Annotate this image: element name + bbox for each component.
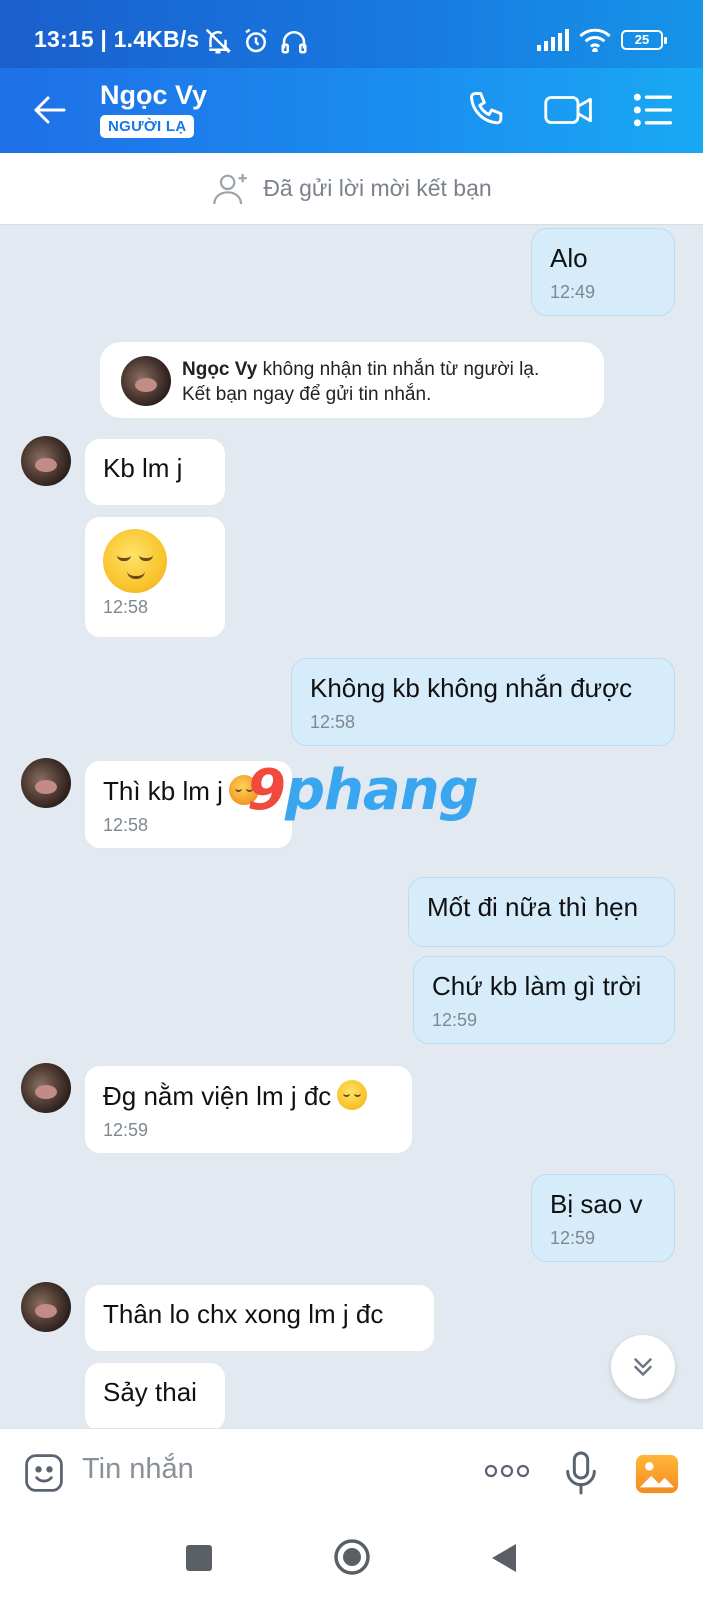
message-text: Chứ kb làm gì trời (432, 971, 642, 1001)
bell-muted-icon (205, 28, 232, 54)
relieved-face-emoji (103, 529, 167, 593)
watermark-logo: 9phang (247, 758, 479, 823)
message-composer: Tin nhắn (0, 1428, 703, 1516)
signal-icon (537, 29, 569, 51)
message-text: Đg nằm viện lm j đc (103, 1081, 332, 1111)
message-time: 12:59 (432, 1010, 478, 1030)
chat-area[interactable]: Alo 12:49 Ngọc Vy không nhận tin nhắn từ… (0, 225, 703, 1428)
contact-name[interactable]: Ngọc Vy (100, 80, 207, 111)
contact-avatar[interactable] (121, 356, 171, 406)
message-text: Mốt đi nữa thì hẹn (427, 892, 639, 922)
home-button[interactable] (333, 1538, 371, 1576)
back-button[interactable] (490, 1542, 518, 1574)
message-bubble-theirs[interactable]: Thân lo chx xong lm j đc (84, 1284, 435, 1352)
message-time: 12:58 (310, 712, 356, 732)
message-text: Kb lm j (103, 453, 183, 483)
alarm-icon (245, 28, 267, 53)
message-bubble-mine[interactable]: Bị sao v 12:59 (531, 1174, 675, 1262)
message-text: Alo (550, 243, 588, 273)
relieved-face-emoji (337, 1080, 368, 1110)
contact-avatar[interactable] (21, 758, 71, 808)
message-bubble-mine[interactable]: Chứ kb làm gì trời 12:59 (413, 956, 675, 1044)
contact-avatar[interactable] (21, 1282, 71, 1332)
status-icons-left (203, 26, 309, 56)
status-time: 13:15 | 1.4KB/s (34, 26, 200, 52)
wifi-icon (579, 28, 611, 52)
system-navigation-bar (0, 1516, 703, 1600)
more-options-icon[interactable] (483, 1461, 531, 1481)
message-input[interactable]: Tin nhắn (82, 1453, 194, 1486)
add-friend-icon (213, 173, 248, 204)
contact-avatar[interactable] (21, 436, 71, 486)
message-bubble-mine[interactable]: Không kb không nhắn được 12:58 (291, 658, 675, 746)
status-icons-right: 25 (537, 28, 667, 52)
message-time: 12:59 (103, 1120, 149, 1140)
message-text: Sảy thai (103, 1377, 197, 1407)
system-note-text: Ngọc Vy không nhận tin nhắn từ người lạ.… (182, 359, 540, 405)
message-bubble-theirs[interactable]: Sảy thai (84, 1362, 226, 1428)
battery-icon: 25 (621, 30, 667, 50)
image-gallery-icon[interactable] (634, 1451, 680, 1497)
stranger-badge: NGƯỜI LẠ (100, 115, 195, 138)
recent-apps-button[interactable] (186, 1545, 212, 1571)
video-call-icon[interactable] (544, 88, 594, 132)
chat-header: Ngọc Vy NGƯỜI LẠ (0, 68, 703, 153)
microphone-icon[interactable] (561, 1449, 601, 1497)
message-bubble-theirs[interactable]: Kb lm j (84, 438, 226, 506)
message-bubble-theirs[interactable]: 12:58 (84, 516, 226, 638)
system-note: Ngọc Vy không nhận tin nhắn từ người lạ.… (99, 341, 605, 419)
back-arrow-icon[interactable] (28, 88, 72, 132)
contact-avatar[interactable] (21, 1063, 71, 1113)
message-text: Thân lo chx xong lm j đc (103, 1299, 384, 1329)
menu-list-icon[interactable] (630, 88, 674, 132)
message-time: 12:59 (550, 1228, 596, 1248)
friend-request-text: Đã gửi lời mời kết bạn (263, 175, 492, 201)
double-chevron-down-icon (634, 1358, 652, 1376)
message-time: 12:49 (550, 282, 596, 302)
message-text: Không kb không nhắn được (310, 673, 633, 703)
headphones-icon (281, 31, 307, 54)
friend-request-bar[interactable]: Đã gửi lời mời kết bạn (0, 153, 703, 225)
sticker-emoji-icon[interactable] (22, 1451, 66, 1495)
message-text: Bị sao v (550, 1189, 643, 1219)
message-bubble-theirs[interactable]: Đg nằm viện lm j đc 12:59 (84, 1065, 413, 1154)
message-bubble-mine[interactable]: Mốt đi nữa thì hẹn (408, 877, 675, 947)
status-bar: 13:15 | 1.4KB/s 25 (0, 0, 703, 68)
scroll-to-bottom-button[interactable] (611, 1335, 675, 1399)
message-bubble-mine[interactable]: Alo 12:49 (531, 228, 675, 316)
message-text: Thì kb lm j (103, 776, 223, 806)
message-time: 12:58 (103, 597, 149, 617)
phone-call-icon[interactable] (466, 88, 510, 132)
